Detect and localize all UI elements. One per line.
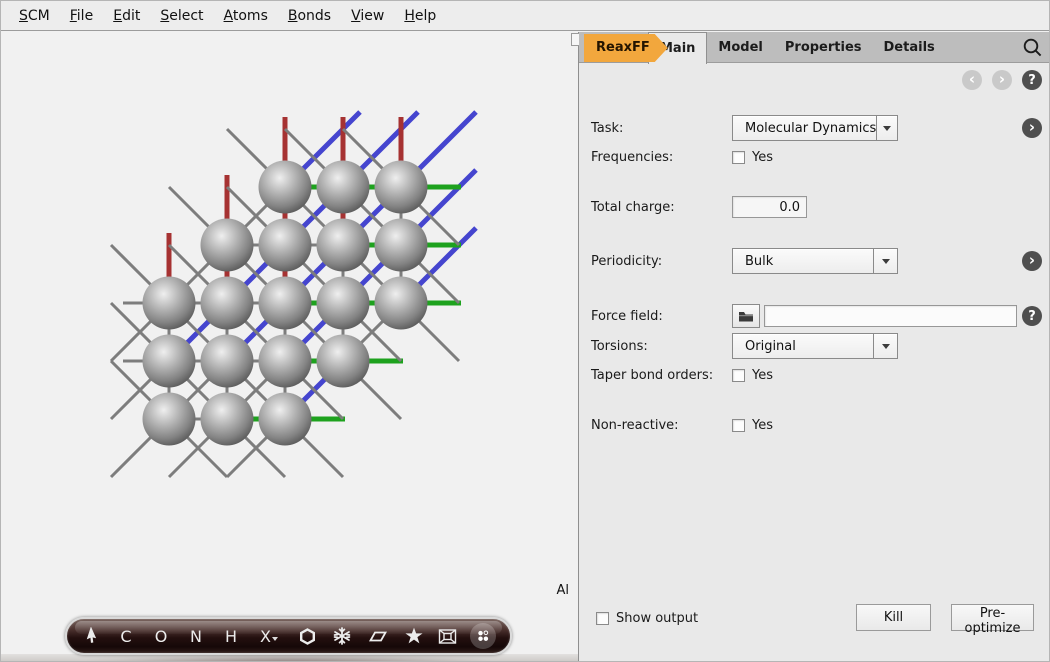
- element-n-button[interactable]: N: [186, 625, 206, 647]
- taper-checkbox[interactable]: [732, 369, 745, 382]
- menu-file[interactable]: File: [60, 8, 103, 24]
- frequencies-checkbox[interactable]: [732, 151, 745, 164]
- force-field-help-button[interactable]: ?: [1022, 306, 1042, 326]
- crystal-tool-icon[interactable]: [332, 625, 352, 647]
- input-panel: ReaxFF MainModelPropertiesDetails ‹ › ? …: [579, 32, 1050, 662]
- menu-edit[interactable]: Edit: [103, 8, 150, 24]
- panel-help-button[interactable]: ?: [1022, 70, 1042, 90]
- show-output-label[interactable]: Show output: [616, 611, 698, 626]
- task-dropdown[interactable]: Molecular Dynamics: [732, 115, 898, 141]
- task-row: Task: Molecular Dynamics ›: [591, 115, 1042, 141]
- menu-atoms[interactable]: Atoms: [214, 8, 278, 24]
- force-field-label: Force field:: [591, 309, 732, 324]
- chevron-right-icon: ›: [1029, 120, 1035, 135]
- force-field-browse-button[interactable]: [732, 304, 760, 328]
- plane-tool-icon[interactable]: [367, 625, 387, 647]
- element-x-label: X: [260, 627, 271, 646]
- torsions-row: Torsions: Original: [591, 333, 1042, 359]
- history-back-button[interactable]: ‹: [962, 70, 982, 90]
- task-details-button[interactable]: ›: [1022, 118, 1042, 138]
- star-tool-icon[interactable]: [404, 625, 424, 647]
- periodicity-value: Bulk: [733, 254, 873, 269]
- torsions-label: Torsions:: [591, 339, 732, 354]
- search-icon[interactable]: [1022, 37, 1043, 58]
- periodicity-dropdown[interactable]: Bulk: [732, 248, 898, 274]
- frequencies-label: Frequencies:: [591, 150, 732, 165]
- perspective-box-icon[interactable]: [437, 625, 457, 647]
- structure-toolbar: C O N H X: [65, 617, 512, 655]
- force-field-row: Force field: ?: [591, 303, 1042, 329]
- chevron-right-icon: ›: [999, 72, 1005, 87]
- task-dropdown-arrow: [876, 116, 897, 140]
- history-forward-button[interactable]: ›: [992, 70, 1012, 90]
- toolbar-left-group: C O N H X: [81, 625, 387, 647]
- module-selector-tab[interactable]: ReaxFF: [584, 34, 668, 62]
- element-h-button[interactable]: H: [221, 625, 241, 647]
- non-reactive-label: Non-reactive:: [591, 418, 732, 433]
- total-charge-row: Total charge:: [591, 194, 1042, 220]
- question-icon: ?: [1028, 309, 1036, 324]
- menu-view[interactable]: View: [341, 8, 394, 24]
- non-reactive-row: Non-reactive: Yes: [591, 412, 1042, 438]
- periodicity-details-button[interactable]: ›: [1022, 251, 1042, 271]
- frequencies-option-label[interactable]: Yes: [752, 150, 773, 165]
- menu-help[interactable]: Help: [394, 8, 446, 24]
- crystal-lattice-render: [1, 32, 578, 662]
- menu-select[interactable]: Select: [150, 8, 213, 24]
- frequencies-row: Frequencies: Yes: [591, 144, 1042, 170]
- taper-option-label[interactable]: Yes: [752, 368, 773, 383]
- torsions-dropdown[interactable]: Original: [732, 333, 898, 359]
- element-x-dropdown-caret: [272, 637, 278, 644]
- force-field-input[interactable]: [764, 305, 1017, 327]
- ring-tool-icon[interactable]: [297, 625, 317, 647]
- tab-properties[interactable]: Properties: [774, 32, 873, 63]
- element-x-button[interactable]: X: [256, 625, 282, 647]
- toolbar-right-group: [404, 623, 496, 649]
- task-value: Molecular Dynamics: [733, 121, 876, 136]
- element-o-button[interactable]: O: [151, 625, 171, 647]
- panel-tabs: MainModelPropertiesDetails: [648, 32, 946, 63]
- total-charge-label: Total charge:: [591, 200, 732, 215]
- periodicity-label: Periodicity:: [591, 254, 732, 269]
- taper-row: Taper bond orders: Yes: [591, 362, 1042, 388]
- torsions-dropdown-arrow: [873, 334, 897, 358]
- taper-label: Taper bond orders:: [591, 368, 732, 383]
- task-label: Task:: [591, 121, 732, 136]
- show-output-checkbox[interactable]: [596, 612, 609, 625]
- element-c-button[interactable]: C: [116, 625, 136, 647]
- torsions-value: Original: [733, 339, 873, 354]
- toolbar-reflection: [81, 656, 496, 662]
- menu-bar: SCMFileEditSelectAtomsBondsViewHelp: [1, 1, 1049, 31]
- menu-bonds[interactable]: Bonds: [278, 8, 341, 24]
- non-reactive-checkbox[interactable]: [732, 419, 745, 432]
- periodicity-row: Periodicity: Bulk ›: [591, 248, 1042, 274]
- chevron-left-icon: ‹: [969, 72, 975, 87]
- app-window: SCMFileEditSelectAtomsBondsViewHelp Al C…: [0, 0, 1050, 662]
- question-icon: ?: [1028, 73, 1036, 88]
- element-label: Al: [556, 583, 569, 598]
- tab-model[interactable]: Model: [707, 32, 773, 63]
- folder-icon: [738, 310, 754, 323]
- preoptimize-button[interactable]: Pre-optimize: [951, 604, 1034, 631]
- kill-button[interactable]: Kill: [856, 604, 931, 631]
- chevron-right-icon: ›: [1029, 253, 1035, 268]
- non-reactive-option-label[interactable]: Yes: [752, 418, 773, 433]
- tab-details[interactable]: Details: [873, 32, 946, 63]
- total-charge-input[interactable]: [732, 196, 807, 218]
- periodicity-dropdown-arrow: [873, 249, 897, 273]
- pointer-tool-icon[interactable]: [81, 625, 101, 647]
- molecule-dots-button[interactable]: [470, 623, 496, 649]
- menu-scm[interactable]: SCM: [9, 8, 60, 24]
- molecule-viewport[interactable]: Al C O N H X: [1, 32, 579, 662]
